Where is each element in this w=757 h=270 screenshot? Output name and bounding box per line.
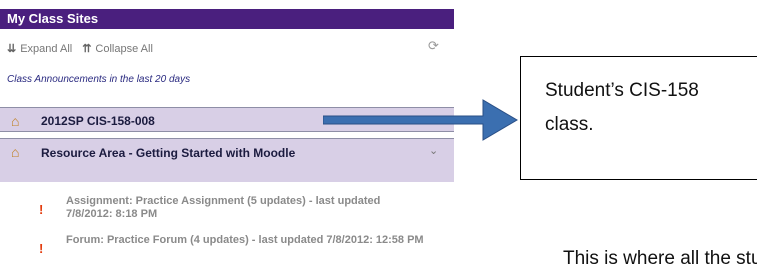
collapse-all-link[interactable]: Collapse All bbox=[95, 43, 152, 55]
exclamation-icon: ! bbox=[39, 241, 44, 256]
double-chevron-down-icon[interactable]: ⇊ bbox=[7, 42, 16, 55]
widget-title: My Class Sites bbox=[0, 9, 454, 29]
callout-text: Student’s CIS-158 class. bbox=[545, 80, 699, 135]
expand-all-link[interactable]: Expand All bbox=[20, 43, 72, 55]
notice-text[interactable]: Assignment: Practice Assignment (5 updat… bbox=[66, 195, 426, 221]
course-building-icon: ⌂ bbox=[11, 144, 20, 160]
chevron-down-icon[interactable]: ⌄ bbox=[429, 144, 438, 157]
callout-arrow bbox=[323, 99, 518, 141]
document-body-text: This is where all the stude bbox=[563, 248, 757, 269]
course-name[interactable]: 2012SP CIS-158-008 bbox=[41, 113, 155, 130]
refresh-icon[interactable]: ⟳ bbox=[428, 38, 439, 54]
course-name[interactable]: Resource Area - Getting Started with Moo… bbox=[41, 145, 381, 162]
expand-collapse-toolbar: ⇊ Expand All ⇈ Collapse All bbox=[7, 42, 159, 56]
announcements-label: Class Announcements in the last 20 days bbox=[7, 74, 191, 85]
course-row[interactable]: ⌂ Resource Area - Getting Started with M… bbox=[0, 138, 454, 182]
notice-text[interactable]: Forum: Practice Forum (4 updates) - last… bbox=[66, 234, 426, 247]
double-chevron-up-icon[interactable]: ⇈ bbox=[82, 42, 91, 55]
annotation-callout-box: Student’s CIS-158 class. bbox=[520, 56, 757, 180]
course-building-icon: ⌂ bbox=[11, 113, 20, 129]
exclamation-icon: ! bbox=[39, 202, 44, 217]
